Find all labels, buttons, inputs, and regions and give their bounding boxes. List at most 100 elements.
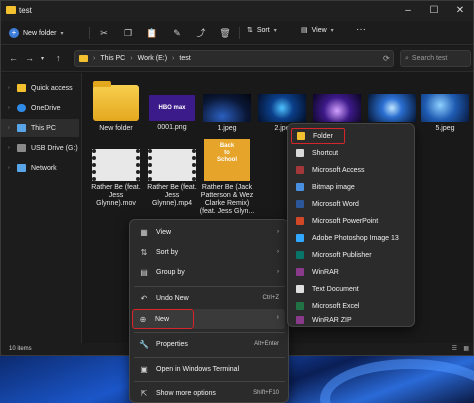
sidebar-item-label: This PC bbox=[31, 124, 56, 132]
image-thumbnail bbox=[313, 94, 361, 122]
submenu-item-photoshop-image[interactable]: Adobe Photoshop Image 13 bbox=[291, 230, 412, 246]
thumbnail-text: HBO max bbox=[158, 105, 186, 111]
cut-icon[interactable]: ✂ bbox=[98, 27, 110, 39]
submenu-item-bitmap-image[interactable]: Bitmap image bbox=[291, 179, 412, 195]
terminal-icon: ▣ bbox=[140, 364, 148, 374]
context-item-show-more-options[interactable]: ⇱ Show more options Shift+F10 bbox=[134, 383, 285, 403]
submenu-item-microsoft-access[interactable]: Microsoft Access bbox=[291, 162, 412, 178]
sidebar-item-quick-access[interactable]: › Quick access bbox=[1, 79, 79, 97]
file-item-0001-png[interactable]: HBO max 0001.png bbox=[144, 79, 200, 132]
thumbnail-text: to bbox=[224, 150, 230, 156]
network-icon bbox=[17, 164, 26, 172]
file-item-rather-be-remix[interactable]: Back to School Rather Be (Jack Patterson… bbox=[199, 139, 255, 216]
context-item-new-highlight: › bbox=[194, 309, 285, 329]
expand-caret-icon[interactable]: › bbox=[8, 145, 12, 151]
paste-icon[interactable]: 📋 bbox=[146, 27, 158, 39]
more-options-icon: ⇱ bbox=[140, 388, 148, 398]
expand-caret-icon[interactable]: › bbox=[8, 165, 12, 171]
rename-icon[interactable]: ✎ bbox=[171, 27, 183, 39]
submenu-item-label: WinRAR ZIP bbox=[312, 316, 352, 324]
more-options-button[interactable]: ··· bbox=[356, 24, 366, 35]
submenu-arrow-icon: › bbox=[277, 229, 279, 235]
thumbnail-text: School bbox=[216, 157, 237, 163]
breadcrumb-separator-icon: › bbox=[130, 55, 133, 62]
expand-caret-icon[interactable]: › bbox=[8, 85, 12, 91]
file-name: Rather Be (feat. Jess Glynne).mp4 bbox=[147, 184, 197, 207]
context-item-new[interactable]: ⊕ New bbox=[132, 309, 194, 329]
image-thumbnail bbox=[421, 94, 469, 122]
close-button[interactable]: ✕ bbox=[447, 1, 473, 21]
sidebar-item-onedrive[interactable]: › OneDrive bbox=[1, 99, 79, 117]
file-name: New folder bbox=[99, 125, 133, 132]
copy-icon[interactable]: ❐ bbox=[122, 27, 134, 39]
breadcrumb-work-drive[interactable]: Work (E:) bbox=[138, 55, 167, 62]
refresh-icon[interactable]: ⟳ bbox=[383, 54, 390, 63]
shortcut-icon bbox=[296, 149, 304, 157]
context-item-undo-new[interactable]: ↶ Undo New Ctrl+Z bbox=[134, 288, 285, 308]
file-item-rather-be-mov[interactable]: Rather Be (feat. Jess Glynne).mov bbox=[88, 149, 144, 208]
folder-icon bbox=[93, 81, 139, 121]
submenu-item-microsoft-word[interactable]: Microsoft Word bbox=[291, 196, 412, 212]
expand-caret-icon[interactable]: › bbox=[8, 105, 12, 111]
context-item-view[interactable]: ▦ View › bbox=[134, 222, 285, 242]
file-item-5-jpeg[interactable]: 5.jpeg bbox=[417, 79, 473, 133]
submenu-item-label: Microsoft Access bbox=[312, 166, 365, 174]
minimize-button[interactable]: – bbox=[395, 1, 421, 21]
breadcrumb-separator-icon: › bbox=[172, 55, 175, 62]
breadcrumb-test[interactable]: test bbox=[179, 55, 190, 62]
submenu-item-shortcut[interactable]: Shortcut bbox=[291, 145, 412, 161]
toolbar-divider bbox=[89, 27, 90, 39]
submenu-item-label: Microsoft Excel bbox=[312, 302, 360, 310]
sort-button[interactable]: ⇅ Sort ▾ bbox=[247, 26, 277, 35]
up-arrow-icon[interactable]: ↑ bbox=[56, 53, 61, 63]
shortcut-text: Shift+F10 bbox=[253, 390, 279, 396]
address-bar[interactable]: › This PC › Work (E:) › test bbox=[74, 50, 394, 67]
share-icon[interactable]: ⤴ bbox=[195, 27, 207, 39]
menu-separator bbox=[134, 381, 285, 382]
new-button[interactable]: + New folder ▾ bbox=[9, 25, 63, 41]
details-view-icon[interactable]: ☰ bbox=[452, 343, 457, 355]
submenu-arrow-icon: › bbox=[276, 314, 279, 321]
breadcrumb-this-pc[interactable]: This PC bbox=[100, 55, 125, 62]
sidebar-item-this-pc[interactable]: › This PC bbox=[1, 119, 79, 137]
context-item-sort-by[interactable]: ⇅ Sort by › bbox=[134, 242, 285, 262]
file-item-new-folder[interactable]: New folder bbox=[88, 79, 144, 133]
computer-icon bbox=[17, 124, 26, 132]
file-name: Rather Be (feat. Jess Glynne).mov bbox=[91, 184, 141, 207]
submenu-item-label: Text Document bbox=[312, 285, 359, 293]
back-arrow-icon[interactable]: ← bbox=[9, 53, 18, 63]
title-bar: test – ☐ ✕ bbox=[1, 1, 473, 21]
file-name: Rather Be (Jack Patterson & Wez Clarke R… bbox=[199, 184, 255, 215]
tiles-view-icon[interactable]: ▦ bbox=[463, 343, 469, 355]
submenu-item-text-document[interactable]: Text Document bbox=[291, 281, 412, 297]
context-item-group-by[interactable]: ▤ Group by › bbox=[134, 262, 285, 282]
star-icon bbox=[17, 84, 26, 92]
expand-caret-icon[interactable]: › bbox=[8, 125, 12, 131]
search-box[interactable]: ⌕ Search test bbox=[400, 50, 471, 67]
forward-arrow-icon[interactable]: → bbox=[25, 53, 34, 63]
file-item-1-jpeg[interactable]: 1.jpeg bbox=[199, 79, 255, 133]
context-item-properties[interactable]: 🔧 Properties Alt+Enter bbox=[134, 334, 285, 354]
submenu-item-folder[interactable]: Folder bbox=[291, 128, 345, 144]
delete-icon[interactable]: 🗑 bbox=[219, 27, 231, 39]
context-item-open-terminal[interactable]: ▣ Open in Windows Terminal bbox=[134, 359, 285, 379]
submenu-item-microsoft-publisher[interactable]: Microsoft Publisher bbox=[291, 247, 412, 263]
submenu-item-microsoft-powerpoint[interactable]: Microsoft PowerPoint bbox=[291, 213, 412, 229]
file-item-image[interactable] bbox=[309, 79, 365, 125]
maximize-button[interactable]: ☐ bbox=[421, 1, 447, 21]
sidebar-item-label: OneDrive bbox=[31, 104, 61, 112]
submenu-item-winrar[interactable]: WinRAR bbox=[291, 264, 412, 280]
view-button[interactable]: ▤ View ▾ bbox=[301, 26, 334, 35]
file-item-rather-be-mp4[interactable]: Rather Be (feat. Jess Glynne).mp4 bbox=[144, 149, 200, 208]
recent-chevron-icon[interactable]: ▾ bbox=[41, 55, 44, 62]
sidebar-item-label: USB Drive (G:) bbox=[31, 144, 78, 152]
sidebar-item-usb-drive[interactable]: › USB Drive (G:) bbox=[1, 139, 79, 157]
sidebar-item-network[interactable]: › Network bbox=[1, 159, 79, 177]
file-item-image[interactable] bbox=[364, 79, 420, 125]
video-thumbnail bbox=[148, 149, 196, 181]
submenu-item-winrar-zip[interactable]: WinRAR ZIP bbox=[291, 312, 412, 328]
cloud-icon bbox=[17, 104, 26, 112]
winrar-icon bbox=[296, 268, 304, 276]
word-icon bbox=[296, 200, 304, 208]
submenu-item-label: WinRAR bbox=[312, 268, 339, 276]
